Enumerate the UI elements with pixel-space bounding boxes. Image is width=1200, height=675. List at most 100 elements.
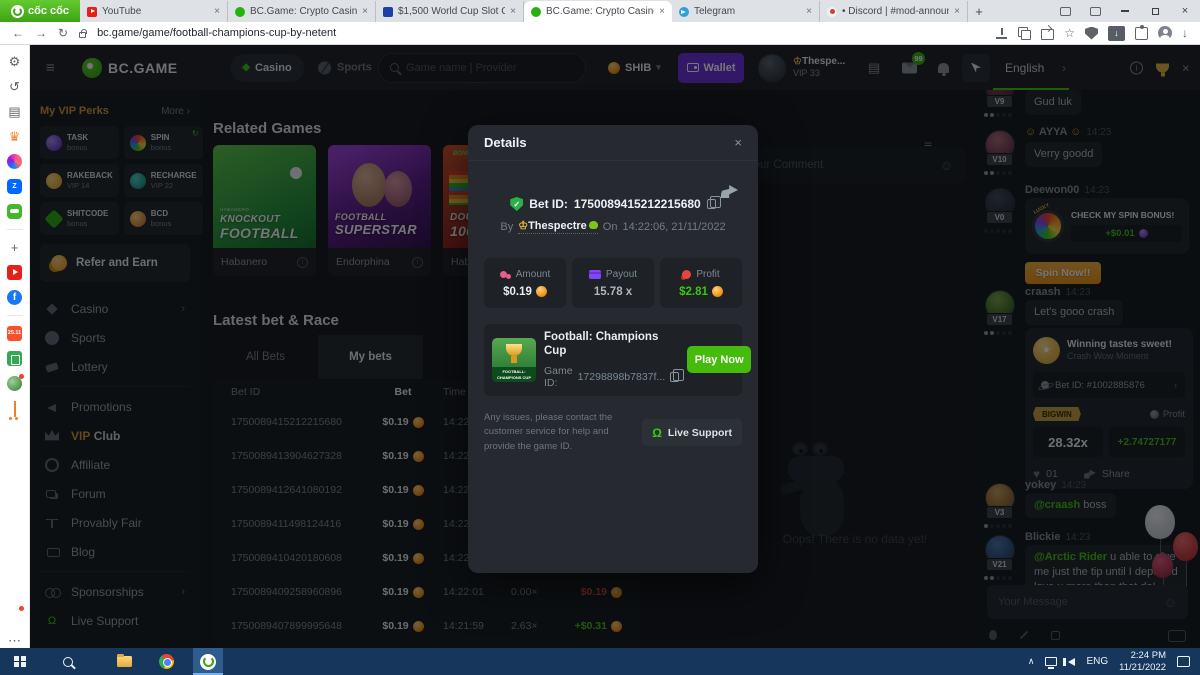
zalo-icon[interactable]: Z [7,179,22,194]
maximize-button[interactable] [1140,0,1170,22]
browser-tab-bar: cốc cốc YouTube × BC.Game: Crypto Casino… [0,0,1200,22]
youtube-shortcut-icon[interactable] [7,265,22,280]
tab-close-icon[interactable]: × [659,6,665,17]
shopping-cart-icon[interactable] [7,401,22,417]
notification-dot [19,606,24,611]
newsfeed-icon[interactable]: ▤ [7,104,22,119]
minimize-button[interactable] [1110,0,1140,22]
live-support-button[interactable]: Ω Live Support [642,419,742,447]
tray-expand-icon[interactable]: ∧ [1028,656,1035,667]
tab-title: $1,500 World Cup Slot Challe [398,6,506,17]
download-button[interactable]: ↓ [1108,25,1125,41]
new-tab-button[interactable]: + [968,1,990,22]
game-id-row: Game ID: 17298898b7837f... [544,365,685,389]
taskbar-explorer[interactable] [109,648,139,675]
add-shortcut-icon[interactable]: + [7,240,22,255]
frog-emoji [588,221,598,229]
play-now-button[interactable]: Play Now [687,346,752,374]
clock-time: 2:24 PM [1130,649,1166,661]
shib-coin-icon [711,286,723,297]
translate-icon[interactable] [1018,26,1032,40]
tab-close-icon[interactable]: × [510,6,516,17]
back-icon[interactable]: ← [12,26,24,40]
football-news-icon[interactable] [7,374,24,391]
copy-icon[interactable] [706,196,721,209]
extensions-icon[interactable] [1135,24,1148,40]
settings-gear-icon[interactable]: ⚙ [7,54,22,69]
tab-slot-challenge[interactable]: $1,500 World Cup Slot Challe × [376,1,524,22]
adblock-shield-icon[interactable] [1085,26,1098,40]
tab-bcgame-active[interactable]: BC.Game: Crypto Casino Gam × [524,1,672,22]
start-button[interactable] [5,648,35,675]
messenger-icon[interactable] [7,154,22,169]
game-thumbnail: FOOTBALL: CHAMPIONS CUP [492,337,536,382]
reload-icon[interactable]: ↻ [58,26,68,40]
taskbar-clock[interactable]: 2:24 PM 11/21/2022 [1119,650,1166,674]
network-icon[interactable] [1045,657,1058,669]
share-page-icon[interactable] [1041,27,1055,40]
bet-username[interactable]: ♔Thespectre [518,219,598,234]
notifications-bell-icon[interactable] [7,606,24,623]
windows-taskbar: ∧ ENG 2:24 PM 11/21/2022 [0,648,1200,675]
coccoc-brand[interactable]: cốc cốc [0,0,80,22]
bet-details-modal: Details × ✓ Bet ID: 1750089415212215680 … [468,125,758,573]
bet-by-row: By ♔Thespectre On 14:22:06, 21/11/2022 [500,219,726,234]
reading-mode-icon[interactable] [1050,0,1080,22]
tab-title: Telegram [694,6,736,17]
download-page-icon[interactable] [995,27,1008,40]
shib-coin-icon [535,286,547,297]
youtube-favicon [87,6,97,17]
tab-discord[interactable]: • Discord | #mod-announc × [820,1,968,22]
browser-side-rail: ⚙ ↺ ▤ ♛ Z + f 25.11 ⋯ [0,45,30,648]
downloads-icon[interactable]: ↓ [1182,26,1188,40]
games-icon[interactable] [7,204,22,219]
coccoc-logo-icon [11,4,25,18]
tab-close-icon[interactable]: × [362,6,368,17]
url-text[interactable]: bc.game/game/football-champions-cup-by-n… [97,27,336,39]
language-indicator[interactable]: ENG [1086,656,1108,667]
modal-close-icon[interactable]: × [734,135,742,150]
window-controls: × [1050,0,1200,22]
copy-icon[interactable] [670,368,685,382]
hot-crown-icon[interactable]: ♛ [7,129,22,144]
chrome-icon [158,654,174,669]
bcgame-page: ≡ BC.GAME ◆ Casino Sports SHIB ▾ Wallet [30,45,1200,648]
tab-telegram[interactable]: Telegram × [672,1,820,22]
discord-favicon [827,6,837,17]
send-to-device-icon[interactable] [1080,0,1110,22]
modal-header: Details × [468,125,758,161]
tab-close-icon[interactable]: × [214,6,220,17]
taskbar-coccoc-active[interactable] [193,648,223,675]
windows-logo-icon [14,655,26,668]
facebook-shortcut-icon[interactable]: f [7,290,22,305]
amount-value: $0.19 [503,285,532,298]
bet-id-value: 1750089415212215680 [573,197,701,211]
volume-icon[interactable] [1063,657,1076,666]
game-info-card: FOOTBALL: CHAMPIONS CUP Football: Champio… [484,324,752,396]
close-window-button[interactable]: × [1170,0,1200,22]
tab-close-icon[interactable]: × [806,6,812,17]
bcgame-favicon [235,6,245,17]
tab-close-icon[interactable]: × [954,6,960,17]
calendar-icon[interactable]: 25.11 [7,326,22,341]
stat-amount: Amount $0.19 [484,258,566,308]
lock-icon[interactable] [79,28,87,38]
clock-date: 11/21/2022 [1119,661,1166,673]
history-icon[interactable]: ↺ [7,79,22,94]
taskbar-search[interactable] [53,648,83,675]
forward-icon[interactable]: → [35,26,47,40]
game-id-value: 17298898b7837f... [577,370,666,383]
bookmark-star-icon[interactable]: ☆ [1064,26,1075,40]
rail-more-icon[interactable]: ⋯ [7,633,22,648]
action-center-icon[interactable] [1177,656,1190,667]
support-note: Any issues, please contact the customer … [484,411,613,453]
taskbar-chrome[interactable] [151,648,181,675]
tab-youtube[interactable]: YouTube × [80,1,228,22]
battery-saver-icon[interactable] [7,351,22,366]
browser-profile-avatar[interactable] [1158,26,1172,40]
support-note-row: Any issues, please contact the customer … [484,411,742,455]
tab-bcgame-1[interactable]: BC.Game: Crypto Casino Gam × [228,1,376,22]
profit-value: $2.81 [679,285,708,298]
game-title: Football: Champions Cup [544,331,659,357]
tab-title: BC.Game: Crypto Casino Gam [546,6,654,17]
